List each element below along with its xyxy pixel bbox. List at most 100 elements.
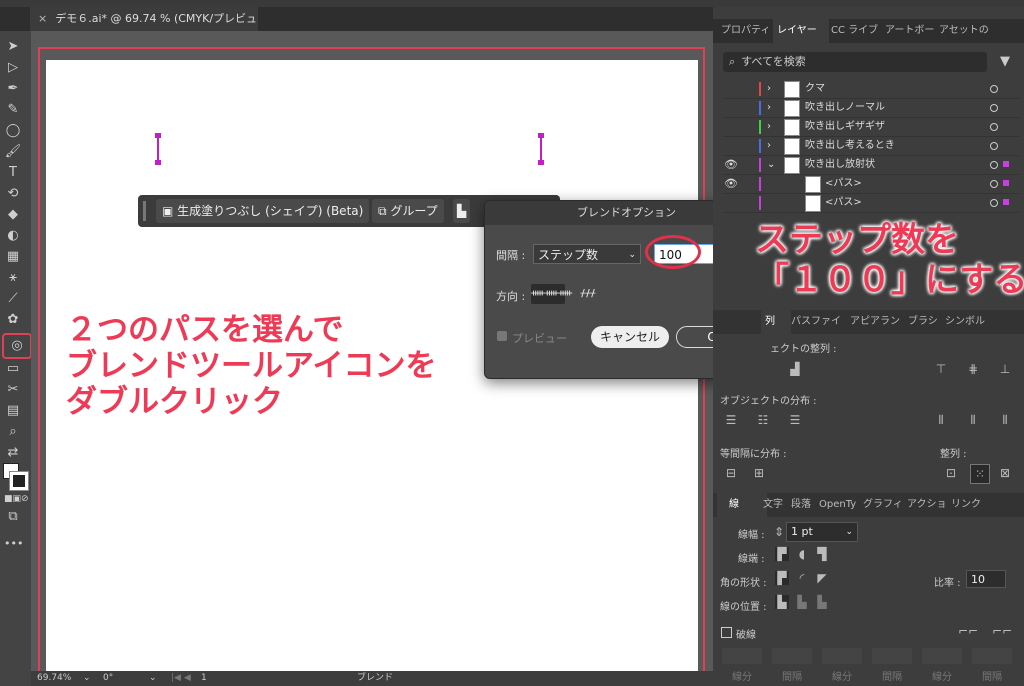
expand-chevron-icon[interactable]: › <box>767 137 771 155</box>
align-to-page-icon[interactable]: ᚔᚔᚔ <box>531 284 572 304</box>
slice-tool-icon[interactable]: ✂ <box>4 382 22 398</box>
tab-layers[interactable]: レイヤー <box>773 19 829 43</box>
more-tools-icon[interactable]: ••• <box>4 536 23 552</box>
spacing-select[interactable]: ステップ数 ⌄ <box>533 244 641 264</box>
eraser-tool-icon[interactable]: ◆ <box>4 207 22 223</box>
horizontal-spacing-icon[interactable]: ⊞ <box>752 466 766 480</box>
tab-cc-libraries[interactable]: CC ライブ <box>831 19 883 43</box>
tab-brushes[interactable]: ブラシ <box>908 310 942 334</box>
distribute-bottom-icon[interactable]: ☰ <box>788 413 802 427</box>
stepper-icon[interactable]: ⇕ <box>772 525 786 539</box>
distribute-right-icon[interactable]: ⫴ <box>998 413 1012 427</box>
stroke-weight-input[interactable]: 1 pt ⌄ <box>786 522 858 542</box>
align-button[interactable]: ▙ <box>453 199 471 223</box>
blend-tool-icon[interactable]: ◎ <box>2 333 32 359</box>
artboard-tool-icon[interactable]: ▭ <box>4 361 22 377</box>
layer-search-input[interactable]: ⌕ すべてを検索 <box>723 52 987 72</box>
generative-fill-button[interactable]: ▣ 生成塗りつぶし (シェイプ) (Beta) <box>156 199 370 223</box>
layer-row[interactable]: › 吹き出し考えるとき <box>723 137 1019 156</box>
mesh-tool-icon[interactable]: ⚹ <box>4 270 22 286</box>
tab-links[interactable]: リンク <box>951 493 983 517</box>
artboard-number[interactable]: 1 <box>201 671 207 686</box>
distribute-hcenter-icon[interactable]: ⫴ <box>966 413 980 427</box>
ellipse-tool-icon[interactable]: ◯ <box>4 123 22 139</box>
visibility-eye-icon[interactable]: 👁 <box>724 156 738 174</box>
close-tab-icon[interactable]: × <box>38 12 47 25</box>
tab-assets[interactable]: アセットの <box>939 19 991 43</box>
eyedropper-tool-icon[interactable]: ⟋ <box>4 291 22 307</box>
zoom-tool-icon[interactable]: ⌕ <box>4 424 22 440</box>
group-button[interactable]: ⧉ グループ <box>372 199 444 223</box>
curvature-tool-icon[interactable]: ✎ <box>4 102 22 118</box>
gap-field[interactable] <box>972 648 1012 664</box>
cancel-button[interactable]: キャンセル <box>591 326 669 348</box>
align-bottom-edge-icon[interactable]: ⊥ <box>998 362 1012 376</box>
round-join-icon[interactable]: ◜ <box>795 571 809 585</box>
rotate-tool-icon[interactable]: ⟲ <box>4 186 22 202</box>
target-circle-icon[interactable] <box>990 104 998 112</box>
align-vcenter-icon[interactable]: ⋕ <box>966 362 980 376</box>
layer-row[interactable]: › 吹き出しギザギザ <box>723 118 1019 137</box>
tab-pathfinder[interactable]: パスファイ <box>791 310 847 334</box>
color-mode-icons[interactable]: ■▣⊘ <box>4 491 29 507</box>
shape-builder-icon[interactable]: ◐ <box>4 228 22 244</box>
dashed-checkbox[interactable] <box>721 627 732 638</box>
tab-artboards[interactable]: アートボー <box>885 19 937 43</box>
layer-row[interactable]: › 吹き出しノーマル <box>723 99 1019 118</box>
gap-field[interactable] <box>772 648 812 664</box>
target-circle-icon[interactable] <box>990 180 998 188</box>
expand-chevron-icon[interactable]: › <box>767 118 771 136</box>
target-circle-icon[interactable] <box>990 123 998 131</box>
path-right[interactable] <box>538 133 544 165</box>
tab-appearance[interactable]: アピアラン <box>850 310 904 334</box>
tab-character[interactable]: 文字 <box>763 493 785 517</box>
distribute-top-icon[interactable]: ☰ <box>724 413 738 427</box>
target-circle-icon[interactable] <box>990 199 998 207</box>
expand-chevron-icon[interactable]: › <box>767 99 771 117</box>
chevron-down-icon[interactable]: ⌄ <box>149 671 157 686</box>
gradient-tool-icon[interactable]: ▦ <box>4 249 22 265</box>
align-stroke-center-icon[interactable]: ▙ <box>775 595 789 609</box>
tab-paragraph[interactable]: 段落 <box>791 493 815 517</box>
artboard-nav-icon[interactable]: |◀ ◀ <box>171 671 191 686</box>
document-tab[interactable]: ×デモ６.ai* @ 69.74 % (CMYK/プレビュー) <box>30 7 258 49</box>
align-stroke-outside-icon[interactable]: ▙ <box>815 595 829 609</box>
preview-checkbox[interactable] <box>497 331 507 341</box>
target-circle-icon[interactable] <box>990 142 998 150</box>
align-top-icon[interactable]: ⊤ <box>934 362 948 376</box>
visibility-eye-icon[interactable]: 👁 <box>724 175 738 193</box>
selection-tool-icon[interactable]: ➤ <box>4 39 22 55</box>
butt-cap-icon[interactable]: ▛ <box>775 547 789 561</box>
tab-opentype[interactable]: OpenTy <box>819 493 859 517</box>
filter-icon[interactable]: ▼ <box>1000 54 1010 69</box>
layer-row[interactable]: 👁 <パス> <box>723 175 1019 194</box>
tab-graphic-styles[interactable]: グラフィ <box>863 493 903 517</box>
miter-join-icon[interactable]: ▛ <box>775 571 789 585</box>
bevel-join-icon[interactable]: ◤ <box>815 571 829 585</box>
dash-field[interactable] <box>822 648 862 664</box>
dash-field[interactable] <box>922 648 962 664</box>
chevron-down-icon[interactable]: ⌄ <box>83 671 91 686</box>
tab-actions[interactable]: アクショ <box>907 493 947 517</box>
target-circle-icon[interactable] <box>990 85 998 93</box>
swap-colors-icon[interactable]: ⇄ <box>4 445 22 461</box>
ratio-input[interactable]: 10 <box>966 570 1006 588</box>
pen-tool-icon[interactable]: ✒ <box>4 81 22 97</box>
align-bottom-icon[interactable]: ▟ <box>788 362 802 376</box>
paintbrush-tool-icon[interactable]: 🖌 <box>4 144 22 160</box>
vertical-spacing-icon[interactable]: ⊟ <box>724 466 738 480</box>
zoom-level[interactable]: 69.74% <box>37 671 71 686</box>
expand-chevron-icon[interactable]: › <box>767 80 771 98</box>
stroke-swatch[interactable] <box>9 471 29 491</box>
target-circle-icon[interactable] <box>990 161 998 169</box>
collapse-chevron-icon[interactable]: ⌄ <box>767 156 775 174</box>
align-stroke-inside-icon[interactable]: ▙ <box>795 595 809 609</box>
tab-stroke[interactable]: 線 <box>717 493 767 517</box>
screen-mode-icon[interactable]: ⧉ <box>4 509 22 525</box>
distribute-left-icon[interactable]: ⫴ <box>934 413 948 427</box>
projecting-cap-icon[interactable]: ▜ <box>815 547 829 561</box>
distribute-vcenter-icon[interactable]: ☷ <box>756 413 770 427</box>
align-to-key-object-icon[interactable]: ⊠ <box>998 466 1012 480</box>
path-left[interactable] <box>155 133 161 165</box>
gap-field[interactable] <box>872 648 912 664</box>
